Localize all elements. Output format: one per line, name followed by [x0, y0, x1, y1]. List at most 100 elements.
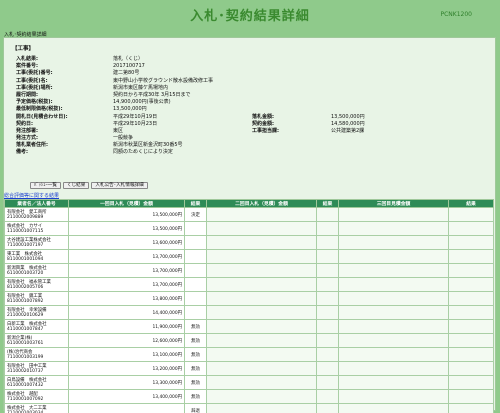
firm-cell: (株)治代商会 7110001003199 — [4, 347, 69, 362]
second-bid-result — [316, 263, 339, 278]
detail-row: 落札業者住所: 新潟市秋葉区新金沢町30番5号 — [16, 142, 486, 149]
detail-value: 13,500,000円 — [331, 113, 365, 120]
third-bid-amount — [338, 277, 449, 292]
action-button-3[interactable]: 入札公告･入札情報詳細 — [91, 182, 148, 189]
second-bid-result — [316, 319, 339, 334]
firm-cell: 有限会社 福永管工業 8110002005706 — [4, 277, 69, 292]
detail-row: 履行期間: 契約日から平成30年 3月15日まで — [16, 92, 486, 99]
action-button-1[interactable]: ﾊﾞｯｼｭｰ一覧 — [30, 182, 61, 189]
first-bid-amount: 13,200,000円 — [68, 361, 185, 376]
first-bid-amount: 13,400,000円 — [68, 389, 185, 404]
third-bid-result — [448, 249, 494, 264]
third-bid-result — [448, 347, 494, 362]
detail-value: 同額のためくじにより決定 — [113, 149, 173, 156]
detail-row: 案件番号: 2017100717 — [16, 63, 486, 70]
third-bid-result — [448, 361, 494, 376]
third-bid-amount — [338, 221, 449, 236]
bid-results-table: 業者名／法人番号 一回目入札（見積）金額 結果 二回目入札（見積）金額 結果 三回目見積金… — [4, 199, 494, 413]
corporate-number: 4110001007847 — [7, 326, 44, 332]
first-bid-result — [184, 305, 207, 320]
second-bid-result — [316, 333, 339, 348]
column-header: 二回目入札（見積）金額 — [206, 199, 317, 208]
detail-value: 13,500,000円 — [113, 106, 147, 113]
detail-label: 工事担当課: — [252, 127, 280, 134]
table-row: 白新工業 株式会社 4110001007847 11,900,000円 無効 — [4, 319, 494, 334]
third-bid-amount — [338, 305, 449, 320]
corporate-number: 6110001003761 — [7, 340, 44, 346]
detail-value: 東中野山小学校グラウンド散水設備改修工事 — [113, 77, 214, 84]
third-bid-amount — [338, 207, 449, 222]
detail-value: 建二第80号 — [113, 70, 140, 77]
first-bid-result: 無効 — [184, 361, 207, 376]
second-bid-amount — [206, 207, 317, 222]
firm-cell: 株式会社 越配 7110001007092 — [4, 389, 69, 404]
third-bid-amount — [338, 319, 449, 334]
evaluation-link[interactable]: 総合評価等に関する結果 — [4, 192, 59, 199]
first-bid-result: 無効 — [184, 389, 207, 404]
second-bid-result — [316, 361, 339, 376]
first-bid-amount: 13,500,000円 — [68, 207, 185, 222]
first-bid-amount: 13,800,000円 — [68, 291, 185, 306]
firm-cell: 大谷建設工業株式会社 7110001007197 — [4, 235, 69, 250]
detail-label: 落札金額: — [252, 113, 274, 120]
first-bid-result — [184, 221, 207, 236]
third-bid-amount — [338, 291, 449, 306]
third-bid-amount — [338, 389, 449, 404]
table-row: 有限会社 幸栄設備 2110002010629 14,400,000円 — [4, 305, 494, 320]
detail-label: 備考: — [16, 149, 28, 156]
second-bid-result — [316, 375, 339, 390]
second-bid-amount — [206, 221, 317, 236]
second-bid-result — [316, 249, 339, 264]
corporate-number: 8110001001094 — [7, 256, 44, 262]
detail-label: 最低制限価格(税抜): — [16, 106, 63, 113]
second-bid-amount — [206, 403, 317, 413]
first-bid-result — [184, 277, 207, 292]
detail-row: 予定価格(税抜): 14,900,000円(事後公表) — [16, 99, 486, 106]
action-button-2[interactable]: くじ結果 — [62, 182, 90, 189]
third-bid-result — [448, 375, 494, 390]
corporate-number: 3110002010737 — [7, 368, 44, 374]
second-bid-result — [316, 305, 339, 320]
detail-row: 発注部署: 東区 工事担当課: 公共建築第2課 — [16, 128, 486, 135]
corporate-number: 8110002005706 — [7, 284, 44, 290]
corporate-number: 6110001003720 — [7, 270, 44, 276]
detail-value: 14,900,000円(事後公表) — [113, 99, 171, 106]
third-bid-result — [448, 403, 494, 413]
first-bid-result — [184, 249, 207, 264]
second-bid-amount — [206, 249, 317, 264]
firm-cell: 東工業 株式会社 8110001001094 — [4, 249, 69, 264]
second-bid-amount — [206, 389, 317, 404]
second-bid-result — [316, 221, 339, 236]
second-bid-amount — [206, 291, 317, 306]
table-row: (株)治代商会 7110001003199 13,100,000円 無効 — [4, 347, 494, 362]
first-bid-result — [184, 263, 207, 278]
first-bid-amount: 13,700,000円 — [68, 263, 185, 278]
third-bid-result — [448, 333, 494, 348]
second-bid-result — [316, 277, 339, 292]
detail-row: 備考: 同額のためくじにより決定 — [16, 149, 486, 156]
first-bid-amount: 14,400,000円 — [68, 305, 185, 320]
third-bid-amount — [338, 263, 449, 278]
third-bid-result — [448, 263, 494, 278]
firm-cell: 有限会社 愛工商所 2110002009889 — [4, 207, 69, 222]
detail-label: 発注部署: — [16, 127, 38, 134]
corporate-number: 2110002010629 — [7, 312, 44, 318]
third-bid-result — [448, 319, 494, 334]
second-bid-amount — [206, 319, 317, 334]
firm-cell: 新潟興業 株式会社 6110001003720 — [4, 263, 69, 278]
firm-cell: 有限会社 幸栄設備 2110002010629 — [4, 305, 69, 320]
first-bid-result: 無効 — [184, 319, 207, 334]
detail-value: 東区 — [113, 127, 124, 134]
table-row: 白鳥設備 株式会社 6110001007432 13,300,000円 無効 — [4, 375, 494, 390]
column-header: 業者名／法人番号 — [4, 199, 69, 208]
firm-cell: 新潟企業(株) 6110001003761 — [4, 333, 69, 348]
detail-row: 発注方式: 一般競争 — [16, 135, 486, 142]
detail-row: 最低制限価格(税抜): 13,500,000円 — [16, 106, 486, 113]
detail-value: 平成29年10月23日 — [113, 120, 158, 127]
detail-row: 工事(委託)番号: 建二第80号 — [16, 70, 486, 77]
detail-list: 入札結果: 落札（くじ） 案件番号: 2017100717 工事(委託)番号: 建二第80… — [16, 56, 486, 157]
detail-label: 契約日: — [16, 120, 33, 127]
third-bid-result — [448, 291, 494, 306]
header-bar: 入札･契約結果詳細 PCNK1200 — [0, 0, 500, 28]
first-bid-result: 無効 — [184, 333, 207, 348]
